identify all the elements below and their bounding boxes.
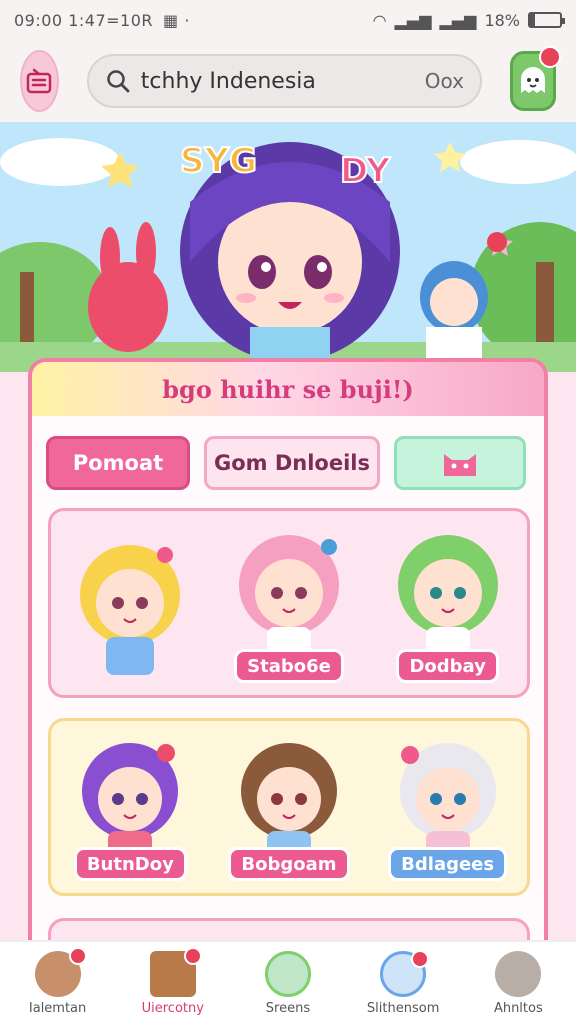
nav-label: Slithensom [366, 1000, 440, 1016]
character-card-3[interactable]: Dodbay [378, 527, 518, 683]
nav-badge [411, 949, 430, 968]
cat-icon [495, 950, 542, 997]
wifi-icon: ◠ [372, 10, 387, 30]
nav-ahnltos[interactable]: Ahnltos [463, 950, 573, 1016]
character-label: Dodbay [396, 649, 499, 683]
status-bar: 09:00 1:47=10R ▦ ⋅ ◠ ▂▄▆ ▂▄▆ 18% [0, 0, 576, 40]
tab-cat[interactable] [394, 436, 526, 490]
menu-button[interactable] [20, 50, 59, 112]
nav-label: Uiercotny [141, 1000, 204, 1016]
nav-label: Ahnltos [493, 1000, 543, 1016]
battery-percent: 18% [484, 10, 520, 30]
tab-pomoat-label: Pomoat [72, 451, 164, 475]
nav-badge [68, 946, 87, 965]
tab-gom-dnloeils[interactable]: Gom Dnloeils [204, 436, 380, 490]
tab-pomoat[interactable]: Pomoat [46, 436, 190, 490]
banner-illustration: SYG DY [0, 122, 576, 372]
banner-title-left: SYG [180, 141, 257, 181]
hero-banner: SYG DY [0, 122, 576, 372]
ball-icon [264, 950, 311, 997]
character-card-5[interactable]: Bobgoam [219, 735, 359, 881]
character-card-6[interactable]: Bdlagees [378, 735, 518, 881]
character-label: ButnDoy [73, 847, 187, 881]
character-portrait [397, 535, 498, 657]
cat-face-icon [444, 454, 476, 476]
character-card-4[interactable]: ButnDoy [60, 735, 200, 881]
character-label: Bobgoam [228, 847, 350, 881]
status-time: 09:00 1:47=10R [14, 10, 154, 30]
battery-icon [528, 12, 565, 28]
search-input[interactable] [140, 68, 415, 94]
character-label: Stabo6e [234, 649, 344, 683]
bottom-nav: Ialemtan Uiercotny Sreens Slithensom Ahn… [0, 940, 576, 1024]
character-portrait [80, 545, 181, 675]
character-portrait [82, 743, 179, 855]
search-bar[interactable]: Oox [86, 54, 482, 108]
signal-icon: ▂▄▆ [394, 10, 432, 30]
category-tabs: Pomoat Gom Dnloeils [32, 416, 544, 490]
character-row-2: ButnDoy Bobgoam Bdlagees [48, 718, 530, 896]
profile-button[interactable] [510, 46, 561, 111]
character-card: bgo huihr se buji!) Pomoat Gom Dnloeils [28, 358, 548, 958]
wand-icon [380, 949, 430, 997]
banner-title-right: DY [340, 151, 391, 191]
nav-uiercotny[interactable]: Uiercotny [118, 946, 228, 1016]
nav-badge [183, 946, 202, 965]
nav-label: Ialemtan [28, 1000, 87, 1016]
card-heading: bgo huihr se buji!) [32, 362, 544, 416]
notification-icon: ▦ ⋅ [163, 10, 190, 30]
nav-sreens[interactable]: Sreens [233, 950, 343, 1016]
character-portrait [240, 743, 337, 855]
character-card-1[interactable] [60, 533, 200, 683]
notebook-icon [149, 946, 202, 997]
signal-icon-2: ▂▄▆ [439, 10, 477, 30]
nav-slithensom[interactable]: Slithensom [348, 949, 458, 1016]
nav-ialemtan[interactable]: Ialemtan [3, 946, 113, 1016]
character-label: Bdlagees [388, 847, 508, 881]
character-portrait [399, 743, 496, 855]
list-icon [27, 68, 52, 94]
character-row-1: Stabo6e Dodbay [48, 508, 530, 698]
bear-icon [34, 946, 87, 997]
app-bar: Oox [0, 40, 576, 122]
notification-badge [539, 46, 561, 68]
nav-label: Sreens [265, 1000, 311, 1016]
search-icon [107, 70, 130, 93]
card-heading-text: bgo huihr se buji!) [162, 374, 414, 404]
character-card-2[interactable]: Stabo6e [219, 527, 359, 683]
voice-search-icon[interactable]: Oox [425, 69, 464, 93]
character-portrait [238, 535, 339, 657]
tab-gom-dnloeils-label: Gom Dnloeils [213, 451, 370, 475]
